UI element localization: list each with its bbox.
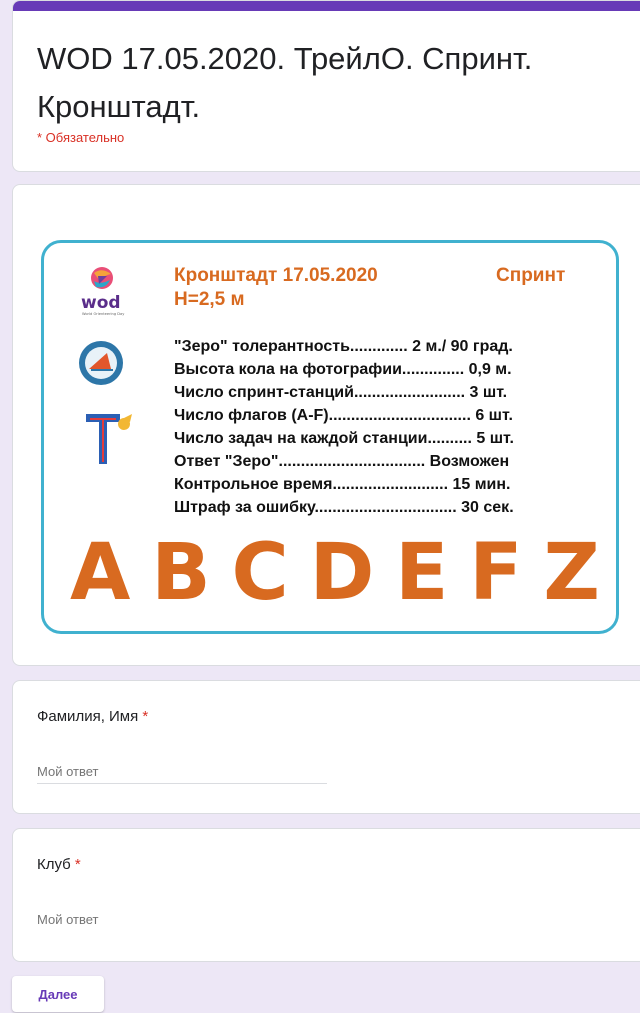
wod-logo-icon: wod World Orienteering Day [81, 267, 125, 316]
trail-o-logo-icon [86, 414, 132, 464]
flag-letter: F [469, 528, 523, 618]
image-card: wod World Orienteering Day Кронштадт 17.… [12, 184, 640, 666]
poster-param-line: Высота кола на фотографии.............. … [174, 361, 512, 378]
wod-logo-text: wod [81, 293, 121, 313]
required-star: * [74, 856, 81, 873]
poster-event-type: Спринт [496, 265, 566, 286]
form-title: WOD 17.05.2020. ТрейлО. Спринт. Кронштад… [37, 41, 533, 124]
required-note: * Обязательно [37, 130, 125, 145]
poster-param-line: Штраф за ошибку.........................… [174, 499, 514, 516]
question-label-text: Фамилия, Имя [37, 708, 139, 725]
poster-date-line: Кронштадт 17.05.2020 [174, 265, 378, 286]
next-button[interactable]: Далее [12, 976, 104, 1012]
question-card-name: Фамилия, Имя * [12, 680, 640, 814]
club-answer-input[interactable] [37, 908, 327, 931]
question-label-text: Клуб [37, 856, 71, 873]
poster-param-line: Ответ "Зеро"............................… [174, 453, 510, 470]
federation-logo-icon [79, 341, 123, 385]
poster-height-line: H=2,5 м [174, 289, 245, 310]
flag-letter: B [151, 528, 211, 618]
poster-param-line: "Зеро" толерантность............. 2 м./ … [174, 338, 513, 355]
poster-flag-letters: A B C D E F Z [70, 528, 600, 618]
poster-param-line: Число спринт-станций....................… [174, 384, 508, 401]
question-card-club: Клуб * [12, 828, 640, 962]
wod-logo-subtext: World Orienteering Day [82, 312, 125, 316]
flag-letter: E [395, 528, 449, 618]
theme-top-bar [13, 1, 640, 11]
flag-letter: Z [543, 528, 600, 618]
question-label: Фамилия, Имя * [37, 708, 148, 725]
poster-param-line: Число флагов (A-F)......................… [174, 407, 513, 424]
question-label: Клуб * [37, 856, 81, 873]
poster-param-line: Число задач на каждой станции.......... … [174, 430, 514, 447]
flag-letter: D [309, 528, 375, 618]
name-answer-input[interactable] [37, 760, 327, 784]
poster-param-line: Контрольное время.......................… [174, 476, 511, 493]
form-header-card: WOD 17.05.2020. ТрейлО. Спринт. Кронштад… [12, 0, 640, 172]
flag-letter: C [231, 528, 289, 618]
required-star: * [142, 708, 149, 725]
event-poster-image: wod World Orienteering Day Кронштадт 17.… [41, 240, 619, 634]
flag-letter: A [70, 528, 131, 618]
poster-parameters: "Зеро" толерантность............. 2 м./ … [174, 335, 574, 519]
